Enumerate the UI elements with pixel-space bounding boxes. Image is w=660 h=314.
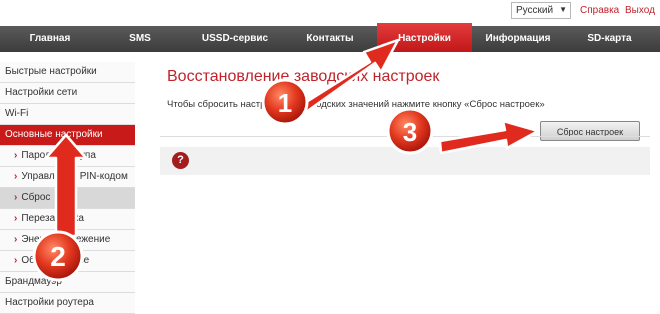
tutorial-overlay: 1 2 3 — [32, 38, 540, 282]
arrow-to-reset-button — [438, 119, 540, 155]
arrow-to-basic-settings — [44, 133, 88, 238]
step-number-3: 3 — [403, 117, 417, 147]
arrow-to-settings-tab — [298, 38, 400, 114]
step-number-2: 2 — [50, 241, 66, 272]
step-number-1: 1 — [278, 88, 292, 118]
